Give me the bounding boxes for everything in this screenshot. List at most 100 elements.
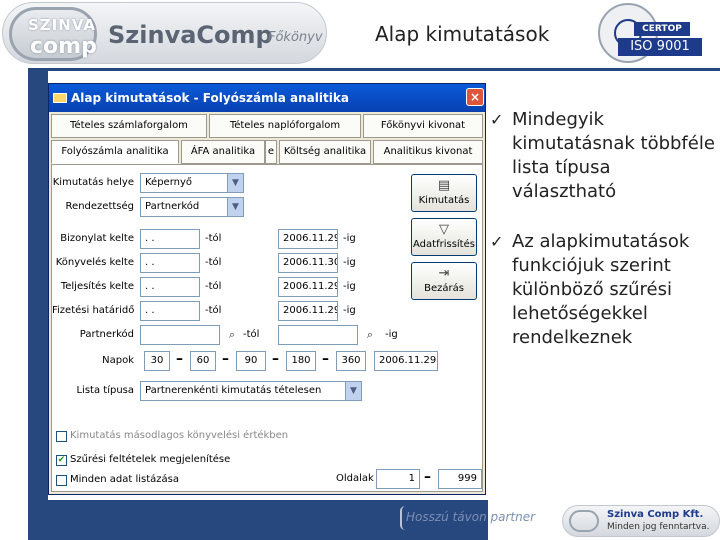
footer-logo-mark	[569, 510, 599, 532]
tab-afa-analitika[interactable]: ÁFA analitika	[181, 140, 265, 164]
tab-analitikus-kivonat[interactable]: Analitikus kivonat	[373, 140, 483, 164]
date-to-input[interactable]: 2006.11.29	[278, 229, 338, 249]
tab-panel: Kimutatás helye Képernyő ▼ Rendezettség P…	[51, 164, 483, 492]
date-to-input[interactable]: 2006.11.30	[278, 253, 338, 273]
checkbox-szuresi[interactable]: ✔	[56, 455, 67, 466]
kimutatas-button-label: Kimutatás	[418, 195, 470, 206]
page-title: Alap kimutatások	[375, 22, 550, 46]
iso-badge: ISO 9001	[618, 38, 702, 56]
checkbox-szuresi-label: Szűrési feltételek megjelenítése	[70, 454, 231, 465]
report-icon: ▤	[437, 178, 451, 193]
certop-label: CERTOP	[634, 22, 690, 36]
check-icon: ✓	[490, 232, 504, 251]
napok-input[interactable]: 180	[286, 351, 316, 371]
oldal-separator: –	[424, 469, 431, 485]
tab-teteles-naploforgalom[interactable]: Tételes naplóforgalom	[209, 114, 361, 138]
napok-separator: –	[272, 351, 279, 367]
to-suffix: -ig	[343, 305, 356, 316]
partner-to-input[interactable]	[278, 325, 358, 345]
lista-tipusa-value: Partnerenkénti kimutatás tételesen	[145, 385, 322, 396]
date-from-input[interactable]: . .	[140, 277, 200, 297]
kimutatas-helye-label: Kimutatás helye	[52, 177, 134, 188]
chevron-down-icon: ▼	[345, 382, 361, 400]
rendezettseg-value: Partnerkód	[145, 201, 200, 212]
bullet-text: Az alapkimutatások funkciójuk szerint kü…	[512, 231, 690, 348]
close-button[interactable]: ×	[466, 88, 484, 106]
partner-from-suffix: -tól	[243, 329, 260, 340]
napok-separator: –	[322, 351, 329, 367]
window-icon	[53, 93, 67, 103]
date-label: Könyvelés kelte	[55, 257, 134, 268]
napok-separator: –	[176, 351, 183, 367]
oldal-from-input[interactable]: 1	[376, 469, 420, 489]
to-suffix: -ig	[343, 281, 356, 292]
rendezettseg-select[interactable]: Partnerkód ▼	[140, 197, 244, 217]
logo-banner: SZINVA comp SzinvaComp Főkönyv	[2, 2, 327, 64]
from-suffix: -tól	[205, 257, 222, 268]
checkbox-minden-adat-label: Minden adat listázása	[70, 474, 179, 485]
side-band	[28, 68, 48, 540]
napok-label: Napok	[102, 355, 134, 366]
partnerkod-label: Partnerkód	[79, 329, 134, 340]
logo-top-text: SZINVA	[28, 16, 97, 34]
oldalak-label: Oldalak	[336, 473, 374, 484]
oldal-to-input[interactable]: 999	[438, 469, 482, 489]
footer-slogan: Hosszú távon partner	[406, 510, 536, 524]
napok-input[interactable]: 360	[336, 351, 366, 371]
kimutatas-helye-value: Képernyő	[145, 177, 193, 188]
napok-date-input[interactable]: 2006.11.29	[374, 351, 438, 371]
kimutatas-button[interactable]: ▤ Kimutatás	[411, 174, 477, 212]
window-titlebar[interactable]: Alap kimutatások - Folyószámla analitika…	[49, 84, 485, 112]
chevron-down-icon: ▼	[227, 198, 243, 216]
partner-lookup-icon[interactable]: ⌕	[222, 325, 242, 345]
napok-input[interactable]: 60	[190, 351, 216, 371]
bullet-item: ✓ Az alapkimutatások funkciójuk szerint …	[490, 230, 720, 350]
from-suffix: -tól	[205, 281, 222, 292]
adatfrissites-button[interactable]: ▽ Adatfrissítés	[411, 218, 477, 256]
napok-separator: –	[222, 351, 229, 367]
check-icon: ✓	[490, 110, 504, 129]
checkbox-masodlagos[interactable]	[56, 431, 67, 442]
brand-subtitle: Főkönyv	[268, 30, 323, 45]
rendezettseg-label: Rendezettség	[65, 201, 134, 212]
chevron-down-icon: ▼	[227, 174, 243, 192]
from-suffix: -tól	[205, 233, 222, 244]
date-label: Bizonylat kelte	[60, 233, 134, 244]
kimutatas-helye-select[interactable]: Képernyő ▼	[140, 173, 244, 193]
lista-tipusa-select[interactable]: Partnerenkénti kimutatás tételesen ▼	[140, 381, 362, 401]
checkbox-minden-adat[interactable]	[56, 475, 67, 486]
tab-fokonyvi-kivonat[interactable]: Főkönyvi kivonat	[363, 114, 483, 138]
adatfrissites-button-label: Adatfrissítés	[413, 239, 475, 250]
logo-mark: SZINVA comp	[9, 7, 97, 61]
date-to-input[interactable]: 2006.11.29	[278, 277, 338, 297]
date-from-input[interactable]: . .	[140, 229, 200, 249]
top-stripe	[28, 68, 720, 71]
date-to-input[interactable]: 2006.11.29	[278, 301, 338, 321]
logo-bottom-text: comp	[30, 34, 97, 59]
to-suffix: -ig	[343, 257, 356, 268]
partner-from-input[interactable]	[140, 325, 220, 345]
napok-input[interactable]: 30	[144, 351, 170, 371]
partner-lookup-icon[interactable]: ⌕	[360, 325, 380, 345]
partner-to-suffix: -ig	[385, 329, 398, 340]
tab-teteles-szamlaforgalom[interactable]: Tételes számlaforgalom	[51, 114, 207, 138]
from-suffix: -tól	[205, 305, 222, 316]
bezaras-button-label: Bezárás	[424, 283, 464, 294]
window-title: Alap kimutatások - Folyószámla analitika	[71, 91, 349, 105]
filter-icon: ▽	[439, 222, 449, 237]
bullet-item: ✓ Mindegyik kimutatásnak többféle lista …	[490, 108, 720, 204]
footer-logo-banner: Szinva Comp Kft. Minden jog fenntartva.	[562, 505, 720, 537]
to-suffix: -ig	[343, 233, 356, 244]
bullet-text: Mindegyik kimutatásnak többféle lista tí…	[512, 109, 715, 202]
brand-name: SzinvaComp	[108, 21, 273, 49]
bezaras-button[interactable]: ⇥ Bezárás	[411, 262, 477, 300]
checkbox-masodlagos-label: Kimutatás másodlagos könyvelési értékben	[70, 430, 289, 441]
exit-door-icon: ⇥	[438, 266, 450, 281]
date-from-input[interactable]: . .	[140, 253, 200, 273]
tab-koltseg-analitika[interactable]: Költség analitika	[279, 140, 371, 164]
header: SZINVA comp SzinvaComp Főkönyv Alap kimu…	[0, 0, 720, 68]
tab-folyoszamla-analitika[interactable]: Folyószámla analitika	[51, 140, 179, 164]
napok-input[interactable]: 90	[236, 351, 266, 371]
date-from-input[interactable]: . .	[140, 301, 200, 321]
tab-partial[interactable]: e	[265, 140, 277, 164]
